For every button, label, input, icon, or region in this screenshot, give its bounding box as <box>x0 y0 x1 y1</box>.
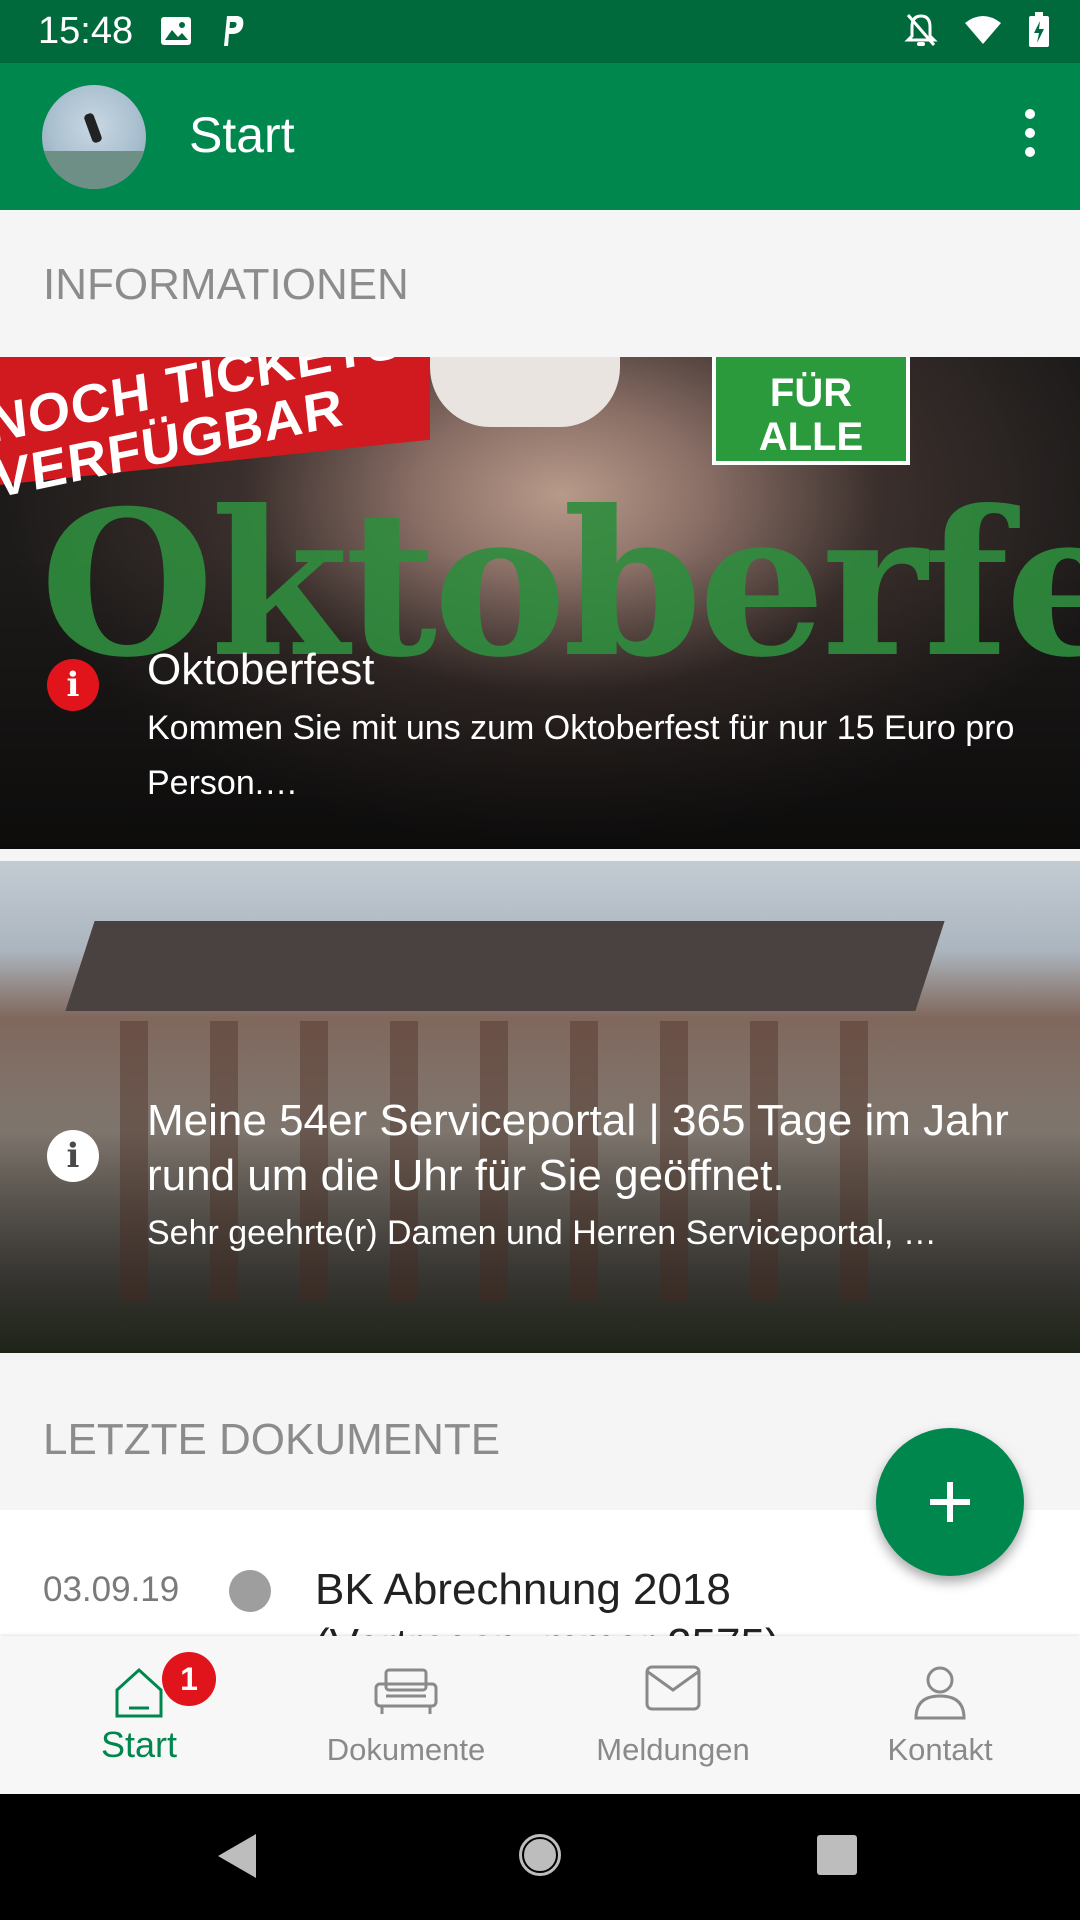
nav-item-meldungen[interactable]: Meldungen <box>538 1636 808 1794</box>
card-text: Kommen Sie mit uns zum Oktoberfest für n… <box>147 709 1015 802</box>
home-icon <box>111 1664 167 1725</box>
status-icons-left <box>160 14 246 53</box>
nav-label: Start <box>100 1724 178 1765</box>
image-badge-text: FÜR ALLE <box>758 371 864 459</box>
nav-item-kontakt[interactable]: Kontakt <box>805 1636 1075 1794</box>
news-card-serviceportal[interactable]: i Meine 54er Serviceportal | 365 Tage im… <box>0 861 1080 1353</box>
document-date: 03.09.19 <box>43 1570 180 1609</box>
document-title: BK Abrechnung 2018 (Vertragsnummer 2575) <box>315 1565 780 1636</box>
nav-item-start[interactable]: 1 Start <box>4 1636 274 1794</box>
more-vert-icon[interactable] <box>1000 93 1060 173</box>
nav-label: Kontakt <box>887 1732 993 1767</box>
back-icon[interactable] <box>216 1832 258 1885</box>
sofa-icon <box>374 1664 438 1721</box>
page-title: Start <box>189 107 295 163</box>
wifi-icon <box>964 15 1002 50</box>
nav-item-dokumente[interactable]: Dokumente <box>271 1636 541 1794</box>
battery-charging-icon <box>1028 12 1050 53</box>
nav-label: Dokumente <box>326 1732 486 1767</box>
mail-icon <box>644 1664 702 1717</box>
nav-label: Meldungen <box>596 1732 750 1767</box>
notifications-off-icon <box>904 12 938 53</box>
chef-hat-shape <box>430 357 620 427</box>
info-alert-icon: i <box>47 659 99 711</box>
status-icons-right <box>904 12 1050 53</box>
profile-avatar[interactable] <box>42 85 146 189</box>
add-button[interactable] <box>876 1428 1024 1576</box>
section-title: LETZTE DOKUMENTE <box>43 1415 501 1464</box>
avatar-figure <box>83 112 103 144</box>
notification-badge: 1 <box>162 1652 216 1706</box>
parking-p-icon <box>218 14 246 53</box>
bottom-navigation: 1 Start Dokumente Meldungen Kontakt <box>0 1636 1080 1794</box>
card-title: Meine 54er Serviceportal | 365 Tage im J… <box>147 1096 1009 1200</box>
avatar-sea <box>42 151 146 189</box>
info-icon: i <box>47 1130 99 1182</box>
status-time: 15:48 <box>38 10 134 52</box>
image-icon <box>160 16 192 51</box>
app-bar: Start <box>0 63 1080 210</box>
section-title: INFORMATIONEN <box>43 260 409 309</box>
system-navigation-bar <box>0 1794 1080 1920</box>
document-status-dot <box>229 1570 271 1612</box>
recents-icon[interactable] <box>816 1834 858 1881</box>
image-badge: FÜR ALLE <box>712 357 910 465</box>
card-title: Oktoberfest <box>147 645 375 694</box>
plus-icon <box>930 1482 970 1522</box>
building-roof-shape <box>65 921 945 1011</box>
card-text: Sehr geehrte(r) Damen und Herren Service… <box>147 1214 937 1252</box>
section-header-informationen: INFORMATIONEN <box>0 210 1080 356</box>
status-bar: 15:48 <box>0 0 1080 63</box>
person-icon <box>913 1664 967 1725</box>
home-button-icon[interactable] <box>515 1830 565 1885</box>
news-card-oktoberfest[interactable]: NOCH TICKETS VERFÜGBAR FÜR ALLE Oktoberf… <box>0 357 1080 849</box>
